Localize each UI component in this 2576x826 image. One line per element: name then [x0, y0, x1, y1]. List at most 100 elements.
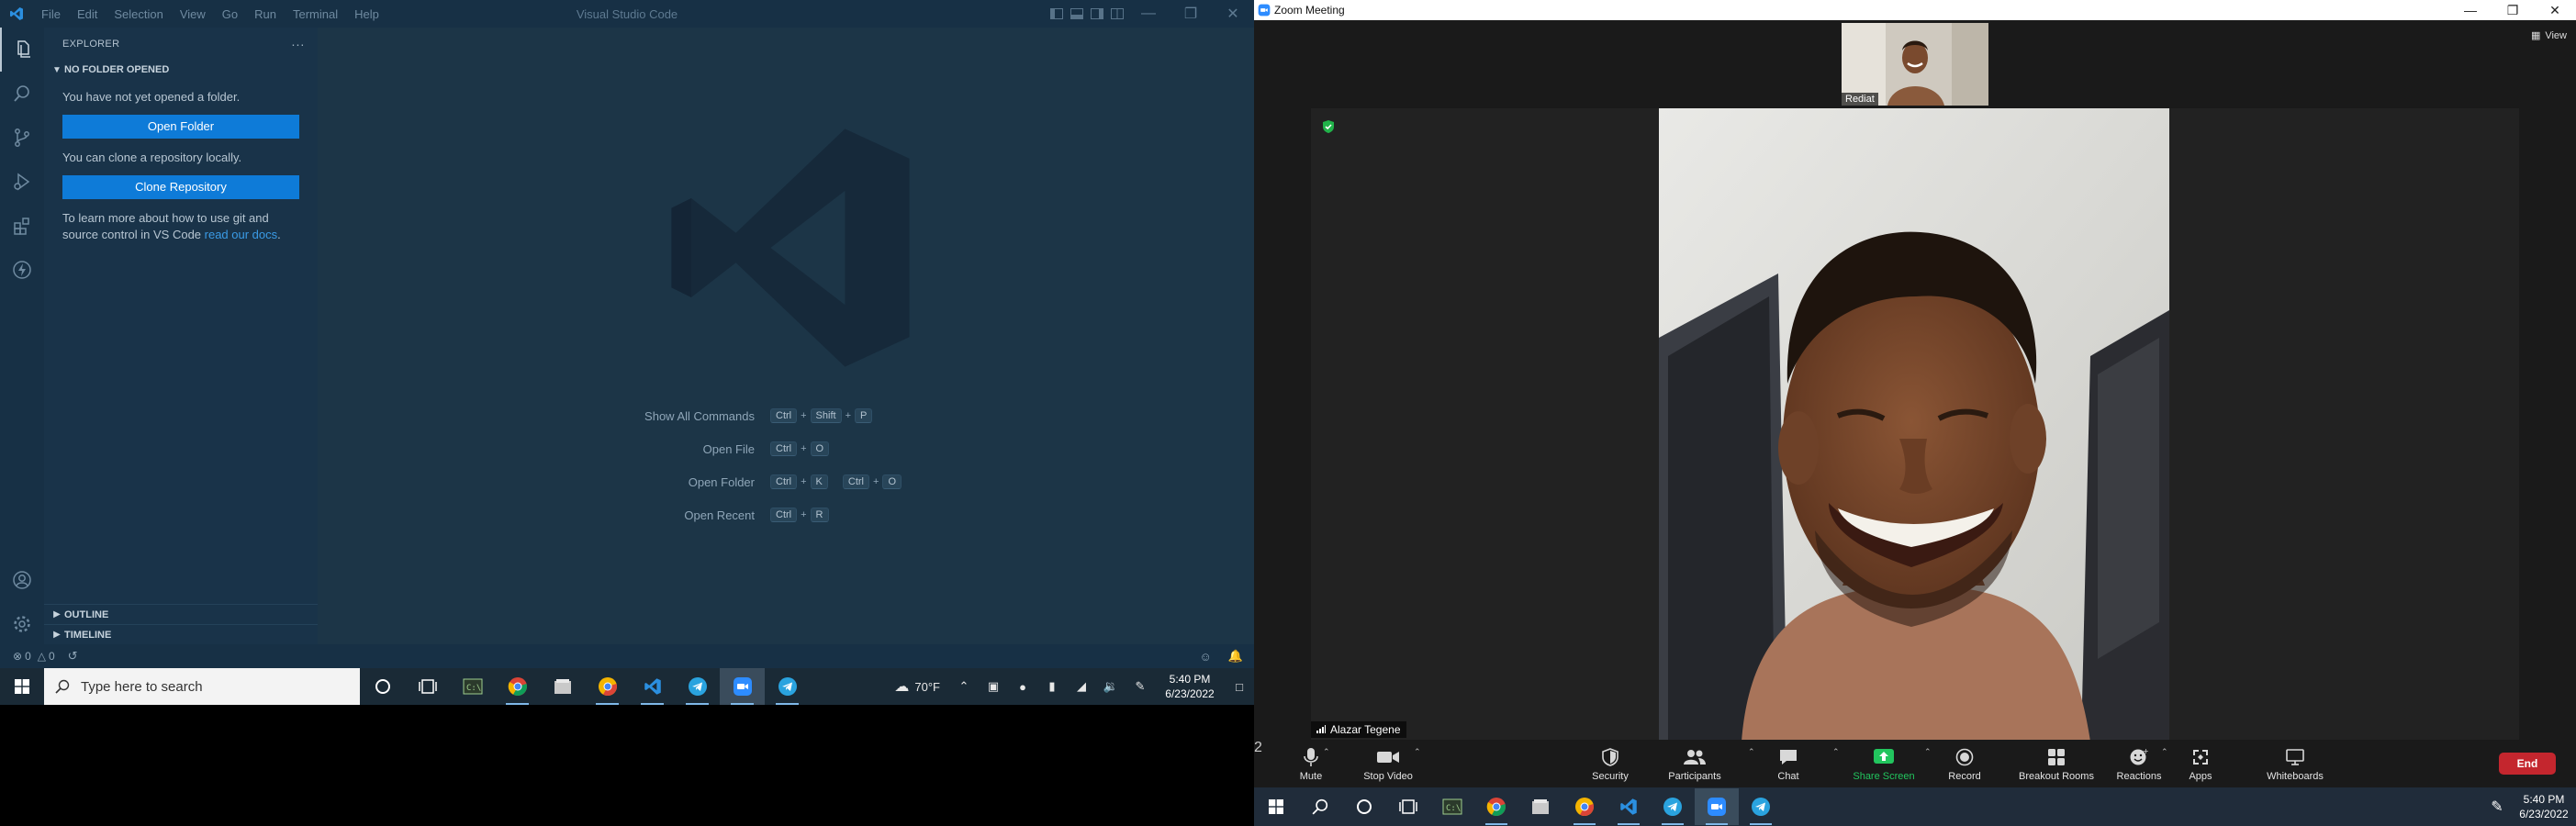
windows-start-icon[interactable] — [1254, 788, 1298, 825]
share-caret-icon[interactable]: ⌃ — [1924, 747, 1932, 757]
windows-start-icon[interactable] — [0, 668, 44, 705]
search-icon[interactable] — [0, 72, 44, 116]
right-taskbar-clock[interactable]: 5:40 PM 6/23/2022 — [2512, 792, 2576, 821]
participants-caret-icon[interactable]: ⌃ — [1748, 747, 1755, 757]
explorer-icon[interactable] — [0, 28, 44, 72]
shortcut-row[interactable]: Open Recent Ctrl + R — [318, 498, 1254, 531]
menu-help[interactable]: Help — [346, 7, 387, 21]
chrome-icon[interactable] — [1562, 788, 1607, 825]
task-view-icon[interactable] — [1386, 788, 1430, 825]
menu-go[interactable]: Go — [214, 7, 246, 21]
read-docs-link[interactable]: read our docs — [205, 228, 278, 241]
participant-thumbnail[interactable]: Rediat — [1842, 23, 1988, 106]
menu-view[interactable]: View — [172, 7, 214, 21]
telegram-icon[interactable] — [675, 668, 720, 705]
view-button[interactable]: ▦ View — [2531, 29, 2567, 42]
outline-section-header[interactable]: ▶ OUTLINE — [44, 604, 318, 624]
restore-icon[interactable]: ❐ — [1170, 0, 1212, 28]
wifi-icon[interactable]: ◢ — [1067, 668, 1096, 705]
shortcut-row[interactable]: Show All Commands Ctrl + Shift + P — [318, 399, 1254, 432]
task-view-icon[interactable] — [405, 668, 450, 705]
shortcut-row[interactable]: Open Folder Ctrl + K Ctrl + O — [318, 465, 1254, 498]
vscode-icon[interactable] — [630, 668, 675, 705]
cortana-icon[interactable] — [1342, 788, 1386, 825]
vscode-icon[interactable] — [1607, 788, 1651, 825]
zoom-icon[interactable] — [1695, 788, 1739, 825]
shortcut-row[interactable]: Open File Ctrl + O — [318, 432, 1254, 465]
chat-caret-icon[interactable]: ⌃ — [1832, 747, 1840, 757]
share-screen-button[interactable]: Share Screen — [1849, 743, 1919, 784]
volume-icon[interactable]: 🔉 — [1096, 668, 1126, 705]
more-actions-icon[interactable]: ··· — [291, 37, 305, 51]
source-control-icon[interactable] — [0, 116, 44, 160]
terminal-icon[interactable]: C:\ — [1430, 788, 1474, 825]
taskbar-clock[interactable]: 5:40 PM 6/23/2022 — [1155, 672, 1225, 701]
files-icon[interactable] — [1518, 788, 1562, 825]
problems-status[interactable]: ⊗ 0 △ 0 — [13, 650, 55, 663]
end-meeting-button[interactable]: End — [2499, 753, 2556, 775]
toggle-panel-icon[interactable] — [1067, 0, 1087, 28]
menu-terminal[interactable]: Terminal — [285, 7, 346, 21]
zoom-icon[interactable] — [720, 668, 765, 705]
telegram-icon[interactable] — [1651, 788, 1695, 825]
security-button[interactable]: Security — [1583, 743, 1638, 784]
run-debug-icon[interactable] — [0, 160, 44, 204]
menu-file[interactable]: File — [33, 7, 69, 21]
telegram-icon[interactable] — [1739, 788, 1783, 825]
pen-icon[interactable]: ✎ — [1126, 668, 1155, 705]
feedback-icon[interactable]: ☺ — [1200, 650, 1212, 664]
timeline-section-header[interactable]: ▶ TIMELINE — [44, 624, 318, 644]
search-icon[interactable] — [1298, 788, 1342, 825]
minimize-icon[interactable]: — — [2449, 0, 2492, 20]
minimize-icon[interactable]: — — [1127, 0, 1170, 28]
signal-bars-icon — [1316, 723, 1326, 736]
menu-edit[interactable]: Edit — [69, 7, 106, 21]
close-icon[interactable]: ✕ — [2534, 0, 2576, 20]
cortana-icon[interactable] — [360, 668, 405, 705]
weather-widget[interactable]: ☁ 70°F — [885, 677, 949, 696]
extensions-icon[interactable] — [0, 204, 44, 248]
participants-button[interactable]: Participants — [1658, 743, 1731, 784]
menu-selection[interactable]: Selection — [106, 7, 171, 21]
camera-icon[interactable]: ▣ — [979, 668, 1008, 705]
taskbar-search-box[interactable]: Type here to search — [44, 668, 360, 705]
accounts-icon[interactable] — [0, 558, 44, 602]
video-options-caret-icon[interactable]: ⌃ — [1414, 747, 1421, 757]
whiteboards-button[interactable]: Whiteboards — [2257, 743, 2334, 784]
close-icon[interactable]: ✕ — [1212, 0, 1254, 28]
menu-run[interactable]: Run — [246, 7, 285, 21]
remote-lightning-icon[interactable] — [0, 248, 44, 292]
no-folder-section-header[interactable]: ▼ NO FOLDER OPENED — [44, 60, 318, 80]
terminal-icon[interactable]: C:\ — [450, 668, 495, 705]
audio-options-caret-icon[interactable]: ⌃ — [1323, 747, 1330, 757]
apps-button[interactable]: Apps — [2179, 743, 2222, 784]
microphone-icon[interactable]: ● — [1008, 668, 1037, 705]
reactions-caret-icon[interactable]: ⌃ — [2161, 747, 2168, 757]
chrome-icon[interactable] — [495, 668, 540, 705]
telegram-icon[interactable] — [765, 668, 810, 705]
notifications-bell-icon[interactable]: 🔔 — [1228, 649, 1243, 664]
history-icon[interactable]: ↺ — [68, 649, 78, 664]
record-button[interactable]: Record — [1943, 743, 1987, 784]
toggle-secondary-sidebar-icon[interactable] — [1087, 0, 1107, 28]
battery-icon[interactable]: ▮ — [1037, 668, 1067, 705]
restore-icon[interactable]: ❐ — [2492, 0, 2534, 20]
chat-button[interactable]: Chat — [1766, 743, 1810, 784]
right-system-tray: ✎ 5:40 PM 6/23/2022 — [2482, 787, 2576, 826]
pen-icon[interactable]: ✎ — [2482, 788, 2512, 825]
chevron-up-icon[interactable]: ⌃ — [949, 668, 979, 705]
breakout-rooms-button[interactable]: Breakout Rooms — [2012, 743, 2100, 784]
editor-area[interactable]: Show All Commands Ctrl + Shift + P Open File Ct… — [318, 28, 1254, 644]
clone-repository-button[interactable]: Clone Repository — [62, 175, 299, 199]
encryption-shield-icon[interactable] — [1322, 119, 1335, 139]
chrome-icon[interactable] — [1474, 788, 1518, 825]
toggle-sidebar-icon[interactable] — [1047, 0, 1067, 28]
active-speaker-video[interactable] — [1659, 108, 2169, 742]
settings-gear-icon[interactable] — [0, 602, 44, 646]
notification-center-icon[interactable]: □ — [1225, 668, 1254, 705]
customize-layout-icon[interactable] — [1107, 0, 1127, 28]
open-folder-button[interactable]: Open Folder — [62, 115, 299, 139]
files-icon[interactable] — [540, 668, 585, 705]
chrome-icon[interactable] — [585, 668, 630, 705]
shortcut-label: Open File — [702, 441, 755, 456]
